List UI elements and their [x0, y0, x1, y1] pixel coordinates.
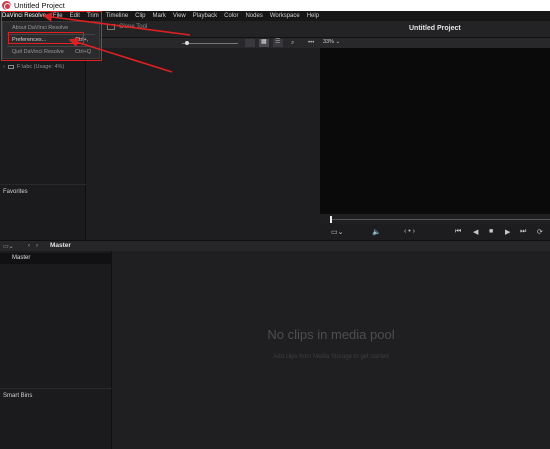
title-bar: Untitled Project [0, 0, 550, 11]
media-browser [86, 48, 320, 240]
scrubber-track [330, 219, 550, 220]
storage-drive[interactable]: › F:\abc (Usage: 4%) [3, 64, 64, 70]
clone-tool-button[interactable]: Clone Tool [107, 24, 147, 30]
drive-icon [7, 65, 14, 69]
menu-color[interactable]: Color [224, 13, 238, 19]
favorites-label: Favorites [3, 189, 28, 195]
zoom-value: 33% [323, 39, 335, 45]
play-icon[interactable]: ▶ [505, 228, 510, 236]
go-to-end-icon[interactable]: ⏭ [520, 228, 526, 236]
options-icon[interactable]: ••• [308, 40, 314, 46]
viewer-toolbar [320, 38, 550, 48]
nav-forward-icon[interactable]: › [36, 243, 38, 249]
logo-icon [2, 1, 11, 10]
grid-view-button[interactable]: ▦ [259, 39, 269, 47]
filmstrip-view-button[interactable] [245, 39, 255, 47]
slider-handle[interactable] [185, 41, 189, 45]
project-title: Untitled Project [409, 25, 461, 32]
viewer [320, 48, 550, 214]
nav-back-icon[interactable]: ‹ [28, 243, 30, 249]
transport-controls [320, 224, 550, 240]
speaker-icon[interactable]: 🔈 [372, 228, 381, 236]
stop-icon[interactable]: ■ [489, 228, 493, 235]
media-pool-empty-hint: Add clips from Media Storage to get star… [273, 354, 389, 360]
panel-icon[interactable]: ▭⌄ [331, 228, 343, 236]
menu-clip[interactable]: Clip [135, 13, 145, 19]
menu-view[interactable]: View [173, 13, 186, 19]
smart-bins-label: Smart Bins [3, 393, 33, 399]
smart-bins-section: Smart Bins [0, 388, 112, 449]
thumbnail-size-slider[interactable] [182, 43, 238, 44]
clone-icon [107, 24, 115, 30]
panel-toggle-icon[interactable]: ▭⌄ [3, 243, 14, 250]
list-view-button[interactable]: ☰ [273, 39, 283, 47]
media-pool [112, 251, 550, 449]
playhead[interactable] [330, 216, 332, 223]
go-to-start-icon[interactable]: ⏮ [455, 228, 461, 236]
grid-icon: ▦ [261, 39, 267, 45]
storage-drive-label: F:\abc (Usage: 4%) [16, 64, 65, 70]
menu-mark[interactable]: Mark [153, 13, 166, 19]
annotation-box [8, 32, 84, 44]
bin-master[interactable]: Master [0, 253, 112, 264]
menu-nodes[interactable]: Nodes [245, 13, 262, 19]
favorites-section: Favorites [0, 184, 86, 240]
media-pool-bar: ▭⌄ ‹ › [0, 240, 550, 251]
clone-tool-label: Clone Tool [119, 24, 148, 30]
menu-help[interactable]: Help [307, 13, 319, 19]
jog-control[interactable]: ‹ • › [404, 228, 415, 235]
menu-playback[interactable]: Playback [193, 13, 217, 19]
media-pool-title: Master [50, 242, 71, 249]
zoom-select[interactable]: 33% ⌄ [323, 39, 340, 45]
bin-master-label: Master [12, 255, 31, 261]
list-icon: ☰ [275, 39, 281, 45]
loop-icon[interactable]: ⟳ [537, 228, 543, 236]
search-icon[interactable]: ⌕ [291, 40, 294, 47]
window-title: Untitled Project [14, 1, 65, 10]
menu-timeline[interactable]: Timeline [106, 13, 128, 19]
menu-workspace[interactable]: Workspace [270, 13, 300, 19]
chevron-right-icon: › [3, 64, 5, 70]
media-pool-empty-title: No clips in media pool [267, 327, 395, 342]
play-reverse-icon[interactable]: ◀ [473, 228, 478, 236]
